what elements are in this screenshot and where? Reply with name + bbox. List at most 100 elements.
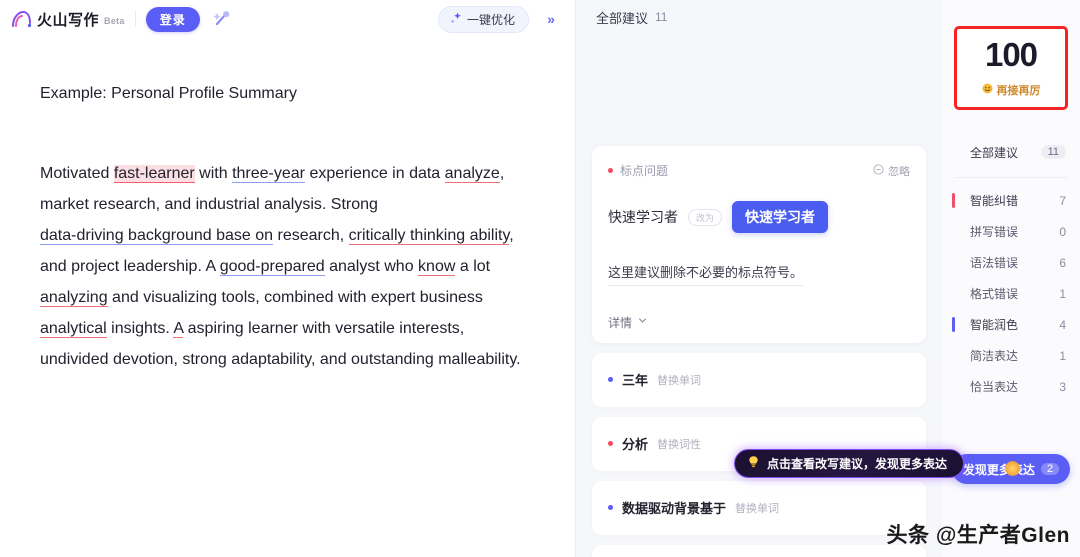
watermark: 头条 @生产者Glen: [886, 524, 1070, 547]
sparkle-icon: [449, 11, 463, 28]
suggestion-word: 三年: [622, 373, 649, 389]
original-text: 快速学习者: [608, 209, 678, 225]
optimize-label: 一键优化: [466, 12, 515, 27]
change-to-pill: 改为: [688, 208, 723, 226]
text-plain: with: [194, 165, 233, 182]
category-count: 7: [1059, 193, 1066, 208]
category-count-badge: 11: [1040, 145, 1066, 159]
category-divider: [954, 177, 1068, 178]
severity-dot-icon: [608, 168, 613, 173]
text-marker[interactable]: know: [418, 258, 456, 276]
right-panel: 100 再接再厉 全部建议 11 智能纠错 7 拼写错误 0 语法错误 6 格式…: [942, 0, 1080, 557]
discover-more-button[interactable]: 发现更多表达 2: [952, 454, 1070, 484]
editor-toolbar: 火山写作 Beta 登录 一键优化 »: [0, 0, 575, 38]
app-root: 火山写作 Beta 登录 一键优化 » Example: Personal Pr…: [0, 0, 1080, 557]
brand-logo[interactable]: 火山写作 Beta: [10, 9, 125, 30]
category-count: 3: [1059, 379, 1066, 394]
category-label: 智能纠错: [970, 194, 1019, 208]
text-plain: analyst who: [324, 258, 419, 275]
text-plain: research,: [273, 227, 349, 244]
suggestions-column: 全部建议 11 标点问题 忽略 快速学习者 改为 快速学习者 这里建议删除不必要…: [576, 0, 965, 557]
smiley-icon: [982, 83, 993, 97]
category-accent-bar: [952, 193, 955, 208]
score-number: 100: [984, 36, 1038, 73]
suggestion-card-header: 标点问题 忽略: [608, 162, 910, 179]
replacement-row: 快速学习者 改为 快速学习者: [608, 201, 910, 233]
category-label: 简洁表达: [970, 349, 1019, 363]
text-plain: insights.: [106, 320, 174, 337]
category-label: 格式错误: [970, 287, 1019, 301]
document-paragraph[interactable]: Motivated fast-learner with three-year e…: [40, 158, 529, 375]
suggestion-type: 标点问题: [608, 162, 668, 179]
severity-dot-icon: [608, 505, 613, 511]
category-all-suggestions[interactable]: 全部建议 11: [942, 134, 1080, 170]
ignore-button[interactable]: 忽略: [873, 163, 910, 179]
category-label: 智能润色: [970, 318, 1019, 332]
apply-replacement-button[interactable]: 快速学习者: [732, 201, 829, 233]
category-child-row[interactable]: 格式错误 1: [942, 278, 1080, 309]
volcano-logo-icon: [10, 9, 32, 29]
text-plain: experience in data: [305, 165, 445, 182]
text-marker[interactable]: data-driving background base on: [40, 227, 274, 245]
circle-minus-icon: [873, 163, 884, 178]
text-marker[interactable]: analyze: [444, 165, 500, 183]
suggestion-list-item[interactable]: 三年 替换单词: [592, 352, 926, 407]
category-accent-bar: [952, 317, 955, 332]
suggestions-scroll[interactable]: 标点问题 忽略 快速学习者 改为 快速学习者 这里建议删除不必要的标点符号。 详…: [576, 34, 942, 557]
suggestions-header-label: 全部建议: [596, 10, 649, 26]
collapse-panel-button[interactable]: »: [539, 7, 563, 31]
suggestion-action: 替换单词: [657, 374, 702, 387]
category-label: 语法错误: [970, 256, 1019, 270]
toolbar-divider: [134, 11, 136, 27]
score-card: 100 再接再厉: [954, 26, 1068, 110]
text-marker[interactable]: three-year: [232, 165, 305, 183]
magic-wand-icon[interactable]: [210, 7, 234, 31]
suggestion-word: 数据驱动背景基于: [622, 501, 727, 517]
suggestion-category-list: 全部建议 11 智能纠错 7 拼写错误 0 语法错误 6 格式错误 1 智能润色 4 简洁表达 1 恰当…: [942, 134, 1080, 402]
category-count: 1: [1059, 286, 1066, 301]
suggestion-list-item[interactable]: 数据驱动背景基于 替换单词: [592, 480, 926, 535]
rewrite-tooltip: 点击查看改写建议，发现更多表达: [734, 449, 965, 478]
one-click-optimize-button[interactable]: 一键优化: [437, 5, 529, 33]
suggestion-list-item[interactable]: 批判地替换词性: [592, 544, 926, 557]
text-plain: a lot: [455, 258, 491, 275]
text-plain: Motivated: [40, 165, 114, 182]
category-child-row[interactable]: 简洁表达 1: [942, 340, 1080, 371]
category-child-row[interactable]: 拼写错误 0: [942, 216, 1080, 247]
document-editor[interactable]: Example: Personal Profile Summary Motiva…: [0, 38, 575, 557]
detail-expander[interactable]: 详情: [608, 314, 910, 331]
text-marker[interactable]: analytical: [40, 320, 107, 338]
category-groups: 智能纠错 7 拼写错误 0 语法错误 6 格式错误 1 智能润色 4 简洁表达 1 恰当表达 3: [942, 185, 1080, 402]
glow-highlight-icon: [1005, 461, 1020, 476]
lightbulb-icon: [747, 455, 760, 472]
category-child-row[interactable]: 语法错误 6: [942, 247, 1080, 278]
score-caption-text: 再接再厉: [996, 85, 1041, 97]
category-count: 6: [1059, 255, 1066, 270]
text-marker[interactable]: critically thinking ability: [348, 227, 510, 245]
document-title: Example: Personal Profile Summary: [40, 85, 297, 102]
category-child-row[interactable]: 恰当表达 3: [942, 371, 1080, 402]
severity-dot-icon: [608, 441, 613, 447]
discover-more-label: 发现更多表达: [962, 462, 1035, 477]
text-marker[interactable]: fast-learner: [113, 165, 195, 183]
suggestions-header: 全部建议 11: [576, 0, 942, 34]
text-marker[interactable]: analyzing: [40, 289, 108, 307]
category-count: 0: [1059, 224, 1066, 239]
text-marker[interactable]: A: [173, 320, 184, 338]
suggestion-description: 这里建议删除不必要的标点符号。: [608, 263, 804, 286]
suggestion-card[interactable]: 标点问题 忽略 快速学习者 改为 快速学习者 这里建议删除不必要的标点符号。 详…: [592, 146, 926, 343]
category-label: 全部建议: [970, 145, 1019, 160]
text-marker[interactable]: good-prepared: [219, 258, 325, 276]
ignore-label: 忽略: [888, 165, 910, 178]
chevron-down-icon: [637, 315, 648, 329]
discover-more-badge: 2: [1040, 463, 1060, 475]
tooltip-text: 点击查看改写建议，发现更多表达: [767, 457, 948, 471]
login-button[interactable]: 登录: [145, 6, 200, 32]
text-plain: and visualizing tools, combined with exp…: [107, 289, 483, 306]
category-group-row[interactable]: 智能纠错 7: [942, 185, 1080, 216]
beta-tag: Beta: [104, 15, 125, 26]
suggestion-action: 替换单词: [735, 502, 780, 515]
suggestion-action: 替换词性: [657, 438, 702, 451]
score-caption: 再接再厉: [982, 82, 1041, 98]
category-group-row[interactable]: 智能润色 4: [942, 309, 1080, 340]
